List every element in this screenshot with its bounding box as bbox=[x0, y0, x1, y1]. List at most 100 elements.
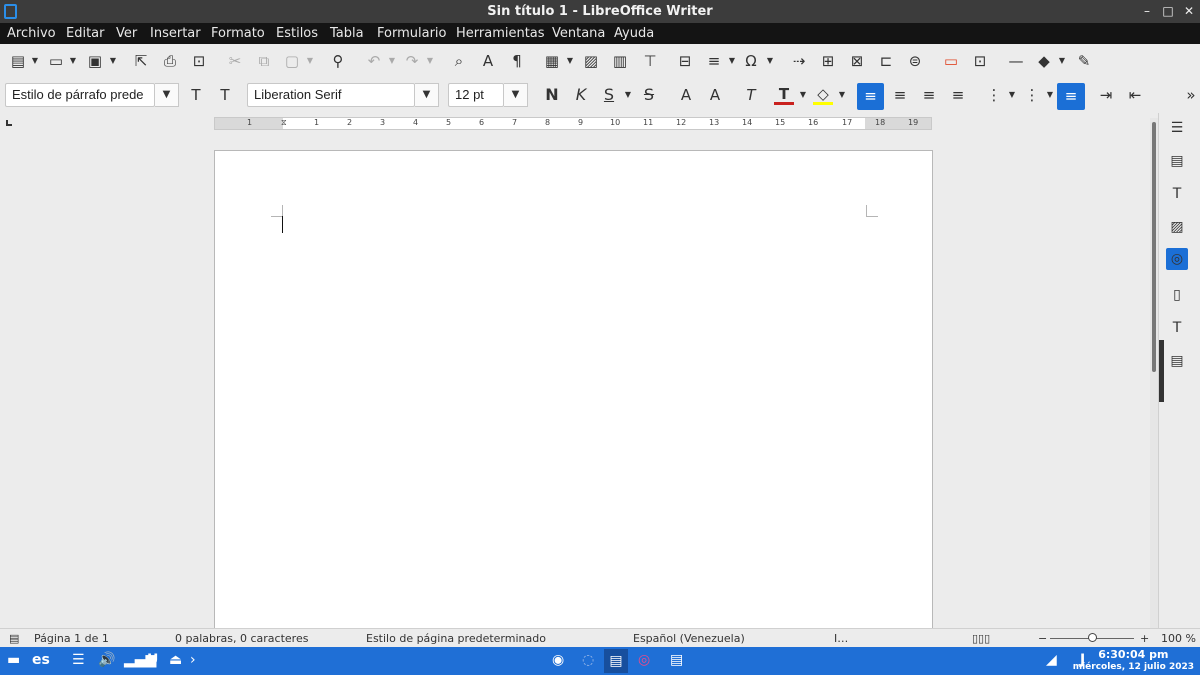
tab-stop-selector[interactable] bbox=[6, 120, 12, 126]
sidebar-style-inspector-icon[interactable]: T bbox=[1166, 317, 1188, 339]
minimize-button[interactable]: – bbox=[1138, 2, 1156, 20]
export-pdf-icon[interactable]: ⇱ bbox=[131, 51, 151, 71]
zoom-out-button[interactable]: − bbox=[1038, 632, 1047, 645]
insert-endnote-icon[interactable]: ⊠ bbox=[847, 51, 867, 71]
ordered-list-icon[interactable]: ⋮ bbox=[1022, 85, 1042, 105]
text-language[interactable]: Español (Venezuela) bbox=[633, 632, 745, 645]
clone-formatting-icon[interactable]: ⚲ bbox=[328, 51, 348, 71]
close-button[interactable]: ✕ bbox=[1180, 2, 1198, 20]
scrollbar-thumb[interactable] bbox=[1152, 122, 1156, 372]
menu-estilos[interactable]: Estilos bbox=[276, 26, 318, 41]
insert-table-icon[interactable]: ▦ bbox=[542, 51, 562, 71]
insert-bookmark-icon[interactable]: ⊏ bbox=[876, 51, 896, 71]
menu-ventana[interactable]: Ventana bbox=[552, 26, 605, 41]
font-name-input[interactable]: Liberation Serif bbox=[247, 83, 415, 107]
paragraph-style-input[interactable]: Estilo de párrafo prede bbox=[5, 83, 155, 107]
volume-icon[interactable]: 🔊 bbox=[98, 652, 115, 668]
launcher-icon[interactable]: ◌ bbox=[582, 652, 594, 668]
menu-formato[interactable]: Formato bbox=[211, 26, 265, 41]
undo-dropdown-icon[interactable]: ▼ bbox=[388, 51, 396, 71]
clock[interactable]: 6:30:04 pm miércoles, 12 julio 2023 bbox=[1073, 649, 1194, 673]
increase-indent-icon[interactable]: ⇥ bbox=[1096, 85, 1116, 105]
tray-user-icon[interactable]: ◢ bbox=[1046, 652, 1057, 668]
spelling-icon[interactable]: A bbox=[478, 51, 498, 71]
word-count[interactable]: 0 palabras, 0 caracteres bbox=[175, 632, 308, 645]
table-dropdown-icon[interactable]: ▼ bbox=[566, 51, 574, 71]
font-color-dropdown-icon[interactable]: ▼ bbox=[799, 85, 807, 105]
draw-functions-icon[interactable]: ✎ bbox=[1074, 51, 1094, 71]
insert-footnote-icon[interactable]: ⊞ bbox=[818, 51, 838, 71]
unordered-list-icon[interactable]: ⋮ bbox=[984, 85, 1004, 105]
new-dropdown-icon[interactable]: ▼ bbox=[31, 51, 39, 71]
font-size-dropdown-icon[interactable]: ▼ bbox=[504, 83, 528, 107]
line-spacing-button[interactable]: ≡ bbox=[1057, 83, 1085, 110]
sidebar-page-icon[interactable]: ▯ bbox=[1166, 284, 1188, 306]
toolbar-overflow-icon[interactable]: » bbox=[1181, 85, 1200, 105]
insert-textbox-icon[interactable]: ⊤ bbox=[640, 51, 660, 71]
save-icon[interactable]: ▣ bbox=[85, 51, 105, 71]
basic-shapes-icon[interactable]: ◆ bbox=[1034, 51, 1054, 71]
chrome-taskbar-icon[interactable]: ◎ bbox=[638, 652, 650, 668]
bold-button[interactable]: N bbox=[542, 85, 562, 105]
strikethrough-button[interactable]: S bbox=[639, 85, 659, 105]
open-folder-icon[interactable]: ▭ bbox=[46, 51, 66, 71]
menu-ayuda[interactable]: Ayuda bbox=[614, 26, 654, 41]
single-page-view-icon[interactable]: ▯▯▯ bbox=[972, 632, 990, 645]
menu-herramientas[interactable]: Herramientas bbox=[456, 26, 545, 41]
undo-icon[interactable]: ↶ bbox=[364, 51, 384, 71]
font-color-icon[interactable]: T bbox=[774, 85, 794, 105]
writer-taskbar-icon[interactable]: ▤ bbox=[604, 649, 628, 673]
formatting-marks-icon[interactable]: ¶ bbox=[507, 51, 527, 71]
sidebar-gallery-icon[interactable]: ▨ bbox=[1166, 216, 1188, 238]
cut-icon[interactable]: ✂ bbox=[225, 51, 245, 71]
copy-icon[interactable]: ⧉ bbox=[254, 51, 274, 71]
shapes-dropdown-icon[interactable]: ▼ bbox=[1058, 51, 1066, 71]
decrease-indent-icon[interactable]: ⇤ bbox=[1125, 85, 1145, 105]
find-replace-icon[interactable]: ⌕ bbox=[449, 51, 469, 71]
insert-mode-icon[interactable]: I… bbox=[834, 632, 848, 645]
new-style-icon[interactable]: T bbox=[215, 85, 235, 105]
underline-button[interactable]: S bbox=[599, 85, 619, 105]
tray-app-icon[interactable]: U bbox=[147, 652, 158, 668]
highlight-color-icon[interactable]: ◇ bbox=[813, 85, 833, 105]
sidebar-deck-handle[interactable] bbox=[1159, 340, 1164, 402]
insert-chart-icon[interactable]: ▥ bbox=[610, 51, 630, 71]
sidebar-menu-icon[interactable]: ☰ bbox=[1166, 117, 1188, 139]
redo-dropdown-icon[interactable]: ▼ bbox=[426, 51, 434, 71]
eject-icon[interactable]: ⏏ bbox=[169, 652, 182, 668]
open-dropdown-icon[interactable]: ▼ bbox=[69, 51, 77, 71]
tray-expand-icon[interactable]: › bbox=[190, 652, 196, 668]
zoom-in-button[interactable]: + bbox=[1140, 632, 1149, 645]
menu-formulario[interactable]: Formulario bbox=[377, 26, 446, 41]
menu-archivo[interactable]: Archivo bbox=[7, 26, 56, 41]
sidebar-navigator-icon[interactable]: ◎ bbox=[1166, 248, 1188, 270]
maximize-button[interactable]: □ bbox=[1159, 2, 1177, 20]
menu-editar[interactable]: Editar bbox=[66, 26, 105, 41]
sidebar-manage-changes-icon[interactable]: ▤ bbox=[1166, 350, 1188, 372]
menu-ver[interactable]: Ver bbox=[116, 26, 137, 41]
insert-comment-icon[interactable]: ▭ bbox=[941, 51, 961, 71]
browser-launcher-icon[interactable]: ◉ bbox=[552, 652, 564, 668]
italic-button[interactable]: K bbox=[571, 85, 591, 105]
zoom-level[interactable]: 100 % bbox=[1161, 632, 1196, 645]
page-count[interactable]: Página 1 de 1 bbox=[34, 632, 109, 645]
menu-tabla[interactable]: Tabla bbox=[330, 26, 364, 41]
paste-dropdown-icon[interactable]: ▼ bbox=[306, 51, 314, 71]
justify-icon[interactable]: ≡ bbox=[948, 85, 968, 105]
font-size-input[interactable]: 12 pt bbox=[448, 83, 504, 107]
align-center-icon[interactable]: ≡ bbox=[890, 85, 910, 105]
document-page[interactable] bbox=[214, 150, 933, 630]
field-dropdown-icon[interactable]: ▼ bbox=[728, 51, 736, 71]
keyboard-layout[interactable]: es bbox=[32, 652, 50, 668]
update-style-icon[interactable]: T bbox=[186, 85, 206, 105]
clear-formatting-icon[interactable]: T bbox=[741, 85, 761, 105]
subscript-icon[interactable]: A bbox=[705, 85, 725, 105]
zoom-slider-handle[interactable] bbox=[1088, 633, 1097, 642]
redo-icon[interactable]: ↷ bbox=[402, 51, 422, 71]
track-changes-icon[interactable]: ⊡ bbox=[970, 51, 990, 71]
new-document-icon[interactable]: ▤ bbox=[8, 51, 28, 71]
writer-window-icon[interactable]: ▤ bbox=[670, 652, 683, 668]
print-icon[interactable]: ⎙ bbox=[160, 51, 180, 71]
print-preview-icon[interactable]: ⊡ bbox=[189, 51, 209, 71]
insert-image-icon[interactable]: ▨ bbox=[581, 51, 601, 71]
